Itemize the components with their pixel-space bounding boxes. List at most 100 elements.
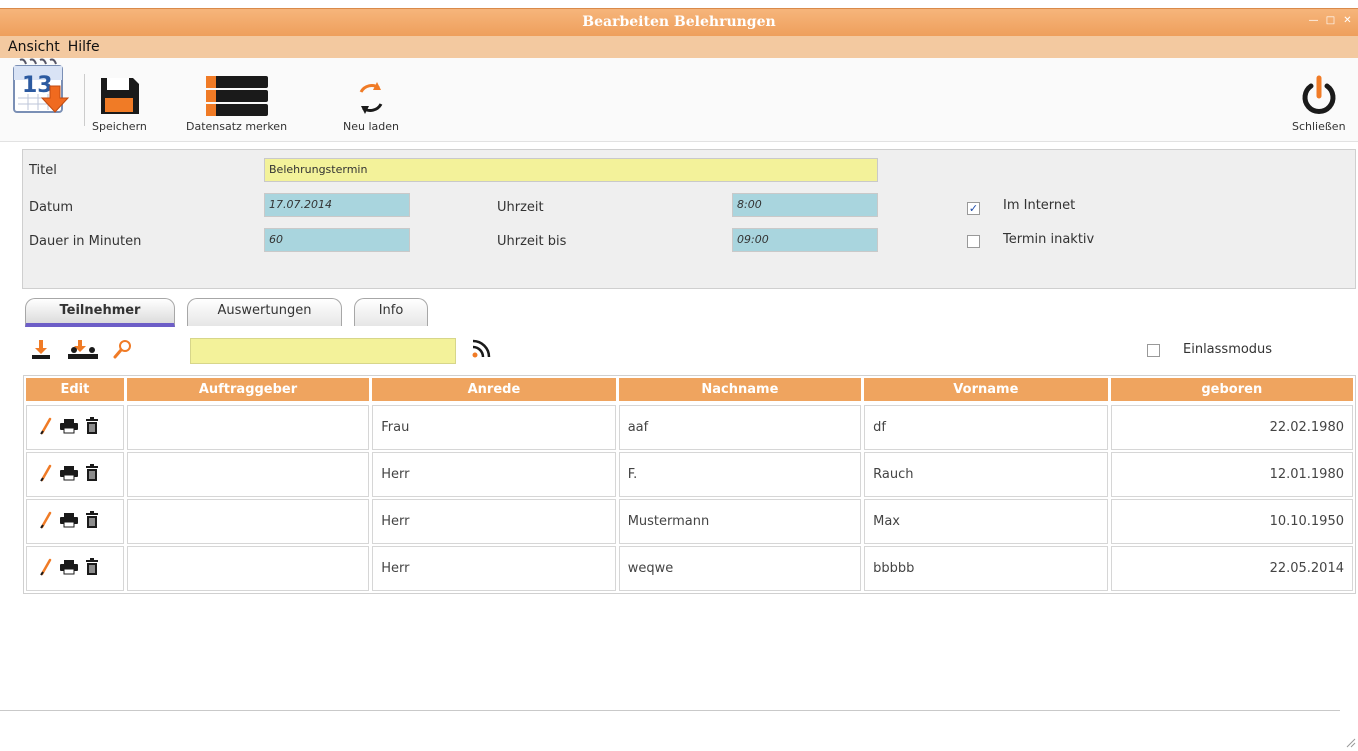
reload-button[interactable]: Neu laden (343, 68, 399, 133)
close-label: Schließen (1292, 120, 1346, 133)
header-edit[interactable]: Edit (26, 378, 124, 401)
cell-vorname: bbbbb (864, 546, 1108, 591)
cell-anrede: Frau (372, 405, 616, 450)
calendar-button[interactable]: 13 (10, 58, 74, 116)
delete-icon[interactable] (85, 416, 99, 439)
calendar-icon: 13 (10, 58, 74, 116)
uhrzeit-bis-label: Uhrzeit bis (497, 234, 567, 249)
rss-icon[interactable] (470, 338, 492, 364)
edit-pencil-icon[interactable] (39, 464, 53, 486)
uhrzeit-field[interactable]: 8:00 (732, 193, 878, 217)
save-label: Speichern (92, 120, 147, 133)
bookmark-label: Datensatz merken (186, 120, 288, 133)
cell-anrede: Herr (372, 452, 616, 497)
resize-grip-icon[interactable] (1346, 737, 1356, 748)
menu-ansicht[interactable]: Ansicht (8, 39, 60, 55)
einlassmodus-checkbox[interactable] (1147, 344, 1160, 357)
minimize-icon[interactable]: — (1307, 15, 1320, 27)
titel-field[interactable]: Belehrungstermin (264, 158, 878, 182)
table-row[interactable]: Frau aaf df 22.02.1980 (24, 405, 1355, 450)
table-row[interactable]: Herr weqwe bbbbb 22.05.2014 (24, 546, 1355, 591)
window-title-bar: Bearbeiten Belehrungen — □ ✕ (0, 8, 1358, 36)
menu-hilfe[interactable]: Hilfe (68, 39, 100, 55)
dauer-field[interactable]: 60 (264, 228, 410, 252)
edit-cell (26, 405, 124, 450)
header-geboren[interactable]: geboren (1110, 378, 1354, 401)
table-row[interactable]: Herr F. Rauch 12.01.1980 (24, 452, 1355, 497)
cell-auftraggeber (126, 499, 370, 544)
delete-icon[interactable] (85, 557, 99, 580)
cell-vorname: df (864, 405, 1108, 450)
status-divider (0, 710, 1340, 711)
tab-auswertungen[interactable]: Auswertungen (187, 298, 342, 326)
reload-icon (343, 68, 399, 118)
cell-geboren: 12.01.1980 (1110, 452, 1353, 497)
cell-nachname: weqwe (618, 546, 862, 591)
cell-auftraggeber (126, 452, 370, 497)
cell-auftraggeber (126, 546, 370, 591)
delete-icon[interactable] (85, 510, 99, 533)
cell-nachname: Mustermann (618, 499, 862, 544)
edit-cell (26, 499, 124, 544)
header-nachname[interactable]: Nachname (618, 378, 862, 401)
table-row[interactable]: Herr Mustermann Max 10.10.1950 (24, 499, 1355, 544)
tab-info[interactable]: Info (354, 298, 428, 326)
close-button[interactable]: Schließen (1292, 68, 1346, 133)
power-icon (1292, 68, 1346, 118)
datum-field[interactable]: 17.07.2014 (264, 193, 410, 217)
cell-vorname: Rauch (864, 452, 1108, 497)
edit-pencil-icon[interactable] (39, 558, 53, 580)
tab-teilnehmer[interactable]: Teilnehmer (25, 298, 175, 327)
uhrzeit-bis-field[interactable]: 09:00 (732, 228, 878, 252)
edit-pencil-icon[interactable] (39, 511, 53, 533)
cell-geboren: 22.02.1980 (1110, 405, 1353, 450)
toolbar-separator (84, 74, 85, 126)
bookmark-record-button[interactable]: Datensatz merken (186, 68, 287, 133)
cell-geboren: 22.05.2014 (1110, 546, 1353, 591)
maximize-icon[interactable]: □ (1324, 15, 1337, 27)
appointment-form: Titel Belehrungstermin Datum 17.07.2014 … (22, 149, 1356, 289)
participant-search-input[interactable] (190, 338, 456, 364)
delete-icon[interactable] (85, 463, 99, 486)
cell-nachname: F. (618, 452, 862, 497)
cell-anrede: Herr (372, 546, 616, 591)
print-icon[interactable] (59, 512, 79, 532)
save-icon (92, 68, 147, 118)
termin-inaktiv-label: Termin inaktiv (1003, 232, 1095, 247)
edit-pencil-icon[interactable] (39, 417, 53, 439)
print-icon[interactable] (59, 418, 79, 438)
titel-label: Titel (29, 163, 57, 178)
import-participants-icon[interactable] (66, 338, 100, 364)
print-icon[interactable] (59, 559, 79, 579)
window-controls: — □ ✕ (1307, 15, 1354, 27)
cell-anrede: Herr (372, 499, 616, 544)
table-header: Edit Auftraggeber Anrede Nachname Vornam… (24, 376, 1355, 403)
edit-cell (26, 452, 124, 497)
cell-auftraggeber (126, 405, 370, 450)
header-anrede[interactable]: Anrede (372, 378, 616, 401)
participants-table: Edit Auftraggeber Anrede Nachname Vornam… (23, 375, 1356, 594)
server-stack-icon (186, 68, 287, 118)
uhrzeit-label: Uhrzeit (497, 200, 544, 215)
dauer-label: Dauer in Minuten (29, 234, 142, 249)
save-button[interactable]: Speichern (92, 68, 147, 133)
close-window-icon[interactable]: ✕ (1341, 15, 1354, 27)
cell-vorname: Max (864, 499, 1108, 544)
menu-bar: Ansicht Hilfe (0, 36, 1358, 58)
table-body: Frau aaf df 22.02.1980 Herr F. Rauch 12.… (24, 403, 1355, 591)
print-icon[interactable] (59, 465, 79, 485)
toolbar: 13 Speichern Datensatz merken Neu laden … (0, 58, 1358, 142)
cell-geboren: 10.10.1950 (1110, 499, 1353, 544)
einlassmodus-label: Einlassmodus (1183, 342, 1273, 357)
header-vorname[interactable]: Vorname (864, 378, 1108, 401)
add-participant-icon[interactable] (30, 338, 52, 364)
im-internet-checkbox[interactable]: ✓ (967, 202, 980, 215)
cell-nachname: aaf (618, 405, 862, 450)
im-internet-label: Im Internet (1003, 198, 1076, 213)
datum-label: Datum (29, 200, 73, 215)
search-icon[interactable] (112, 338, 134, 364)
termin-inaktiv-checkbox[interactable] (967, 235, 980, 248)
edit-cell (26, 546, 124, 591)
header-auftraggeber[interactable]: Auftraggeber (126, 378, 370, 401)
reload-label: Neu laden (343, 120, 399, 133)
